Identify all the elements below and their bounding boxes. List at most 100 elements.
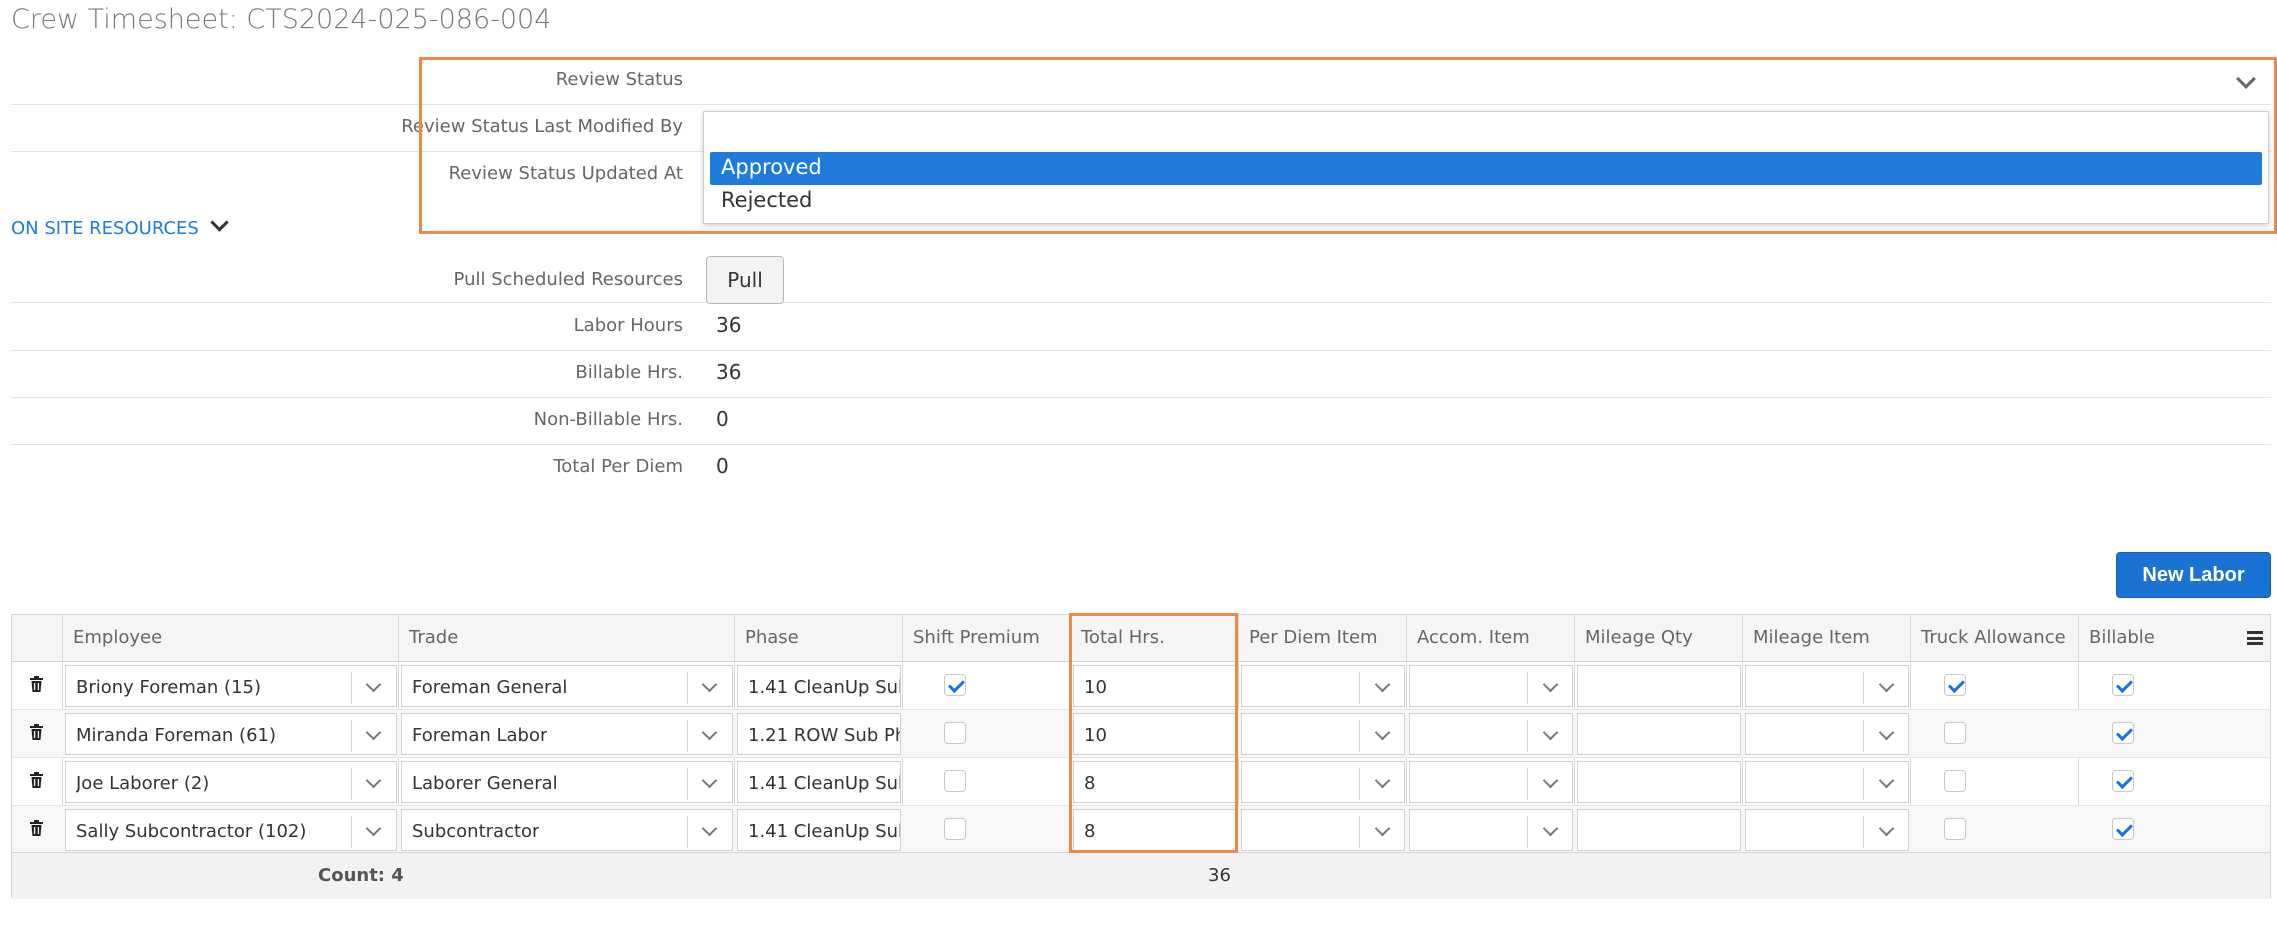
row-count: Count: 4	[318, 865, 404, 886]
pull-button[interactable]: Pull	[706, 256, 784, 304]
header-total-hrs[interactable]: Total Hrs.	[1081, 627, 1165, 648]
option-rejected[interactable]: Rejected	[710, 185, 2262, 218]
mileage-item-select[interactable]	[1745, 713, 1909, 755]
phase-field[interactable]: 1.41 CleanUp Sub Phase	[737, 665, 901, 707]
total-hrs-sum: 36	[1208, 865, 1231, 886]
billable-checkbox[interactable]	[2112, 722, 2134, 744]
employee-select[interactable]: Briony Foreman (15)	[65, 665, 397, 707]
new-labor-button[interactable]: New Labor	[2116, 552, 2271, 598]
per-diem-select[interactable]	[1241, 809, 1405, 851]
accom-select[interactable]	[1409, 761, 1573, 803]
phase-field[interactable]: 1.21 ROW Sub Phase	[737, 713, 901, 755]
billable-checkbox[interactable]	[2112, 770, 2134, 792]
truck-allowance-checkbox[interactable]	[1944, 770, 1966, 792]
non-billable-value: 0	[716, 407, 729, 431]
trade-select[interactable]: Subcontractor	[401, 809, 733, 851]
header-mileage-item[interactable]: Mileage Item	[1753, 627, 1870, 648]
chevron-down-icon	[701, 724, 718, 741]
header-mileage-qty[interactable]: Mileage Qty	[1585, 627, 1693, 648]
option-approved[interactable]: Approved	[710, 152, 2262, 185]
phase-value: 1.41 CleanUp Sub Phase	[748, 821, 900, 842]
shift-premium-checkbox[interactable]	[944, 818, 966, 840]
trash-icon[interactable]	[30, 820, 43, 836]
header-truck-allowance[interactable]: Truck Allowance	[1921, 627, 2066, 648]
total-hrs-value: 8	[1084, 773, 1096, 794]
per-diem-select[interactable]	[1241, 713, 1405, 755]
phase-field[interactable]: 1.41 CleanUp Sub Phase	[737, 761, 901, 803]
employee-select[interactable]: Miranda Foreman (61)	[65, 713, 397, 755]
mileage-item-select[interactable]	[1745, 665, 1909, 707]
chevron-down-icon	[365, 676, 382, 693]
trash-icon[interactable]	[30, 772, 43, 788]
trade-value: Subcontractor	[412, 821, 540, 842]
truck-allowance-checkbox[interactable]	[1944, 818, 1966, 840]
trade-select[interactable]: Laborer General	[401, 761, 733, 803]
per-diem-select[interactable]	[1241, 761, 1405, 803]
chevron-down-icon	[365, 724, 382, 741]
phase-value: 1.41 CleanUp Sub Phase	[748, 773, 900, 794]
grid-footer: Count: 4 36	[12, 852, 2270, 899]
billable-label: Billable Hrs.	[575, 362, 683, 383]
phase-field[interactable]: 1.41 CleanUp Sub Phase	[737, 809, 901, 851]
shift-premium-checkbox[interactable]	[944, 674, 966, 696]
per-diem-value: 0	[716, 454, 729, 478]
mileage-item-select[interactable]	[1745, 761, 1909, 803]
phase-value: 1.41 CleanUp Sub Phase	[748, 677, 900, 698]
employee-value: Joe Laborer (2)	[76, 773, 210, 794]
accom-select[interactable]	[1409, 665, 1573, 707]
mileage-qty-input[interactable]	[1577, 761, 1741, 803]
header-employee[interactable]: Employee	[73, 627, 162, 648]
mileage-qty-input[interactable]	[1577, 713, 1741, 755]
total-hrs-value: 10	[1084, 677, 1107, 698]
total-hrs-input[interactable]: 8	[1073, 809, 1237, 851]
header-accom-item[interactable]: Accom. Item	[1417, 627, 1530, 648]
trade-select[interactable]: Foreman General	[401, 665, 733, 707]
total-hrs-input[interactable]: 10	[1073, 713, 1237, 755]
non-billable-label: Non-Billable Hrs.	[533, 409, 683, 430]
column-menu-icon[interactable]	[2247, 631, 2263, 645]
trash-icon[interactable]	[30, 676, 43, 692]
header-shift-premium[interactable]: Shift Premium	[913, 627, 1040, 648]
section-on-site-resources[interactable]: ON SITE RESOURCES	[11, 218, 199, 239]
employee-select[interactable]: Joe Laborer (2)	[65, 761, 397, 803]
billable-row: Billable Hrs. 36	[11, 351, 2271, 398]
labor-hours-row: Labor Hours 36	[11, 304, 2271, 351]
chevron-down-icon	[701, 772, 718, 789]
header-per-diem-item[interactable]: Per Diem Item	[1249, 627, 1378, 648]
shift-premium-checkbox[interactable]	[944, 722, 966, 744]
mileage-qty-input[interactable]	[1577, 665, 1741, 707]
header-billable[interactable]: Billable	[2089, 627, 2155, 648]
truck-allowance-checkbox[interactable]	[1944, 722, 1966, 744]
per-diem-select[interactable]	[1241, 665, 1405, 707]
header-phase[interactable]: Phase	[745, 627, 799, 648]
table-row: Miranda Foreman (61) Foreman Labor 1.21 …	[12, 710, 2270, 758]
truck-allowance-checkbox[interactable]	[1944, 674, 1966, 696]
mileage-item-select[interactable]	[1745, 809, 1909, 851]
employee-value: Miranda Foreman (61)	[76, 725, 276, 746]
review-status-select[interactable]	[704, 58, 2271, 104]
review-updated-at-label: Review Status Updated At	[448, 163, 683, 184]
per-diem-label: Total Per Diem	[553, 456, 683, 477]
chevron-down-icon[interactable]	[210, 213, 229, 232]
trash-icon[interactable]	[30, 724, 43, 740]
trade-select[interactable]: Foreman Labor	[401, 713, 733, 755]
total-hrs-input[interactable]: 8	[1073, 761, 1237, 803]
accom-select[interactable]	[1409, 809, 1573, 851]
chevron-down-icon	[1542, 724, 1559, 741]
total-hrs-input[interactable]: 10	[1073, 665, 1237, 707]
billable-checkbox[interactable]	[2112, 818, 2134, 840]
chevron-down-icon	[701, 676, 718, 693]
shift-premium-checkbox[interactable]	[944, 770, 966, 792]
review-status-dropdown: Approved Rejected	[703, 111, 2269, 224]
accom-select[interactable]	[1409, 713, 1573, 755]
header-trade[interactable]: Trade	[409, 627, 458, 648]
chevron-down-icon	[365, 772, 382, 789]
chevron-down-icon	[1542, 820, 1559, 837]
employee-value: Briony Foreman (15)	[76, 677, 261, 698]
mileage-qty-input[interactable]	[1577, 809, 1741, 851]
billable-checkbox[interactable]	[2112, 674, 2134, 696]
per-diem-row: Total Per Diem 0	[11, 445, 2271, 492]
trade-value: Foreman Labor	[412, 725, 548, 746]
chevron-down-icon	[365, 820, 382, 837]
employee-select[interactable]: Sally Subcontractor (102)	[65, 809, 397, 851]
